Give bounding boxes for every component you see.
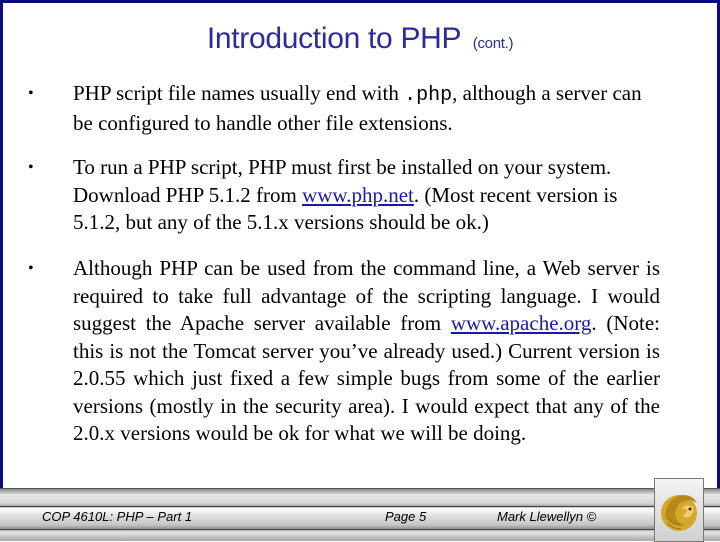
- footer-author: Mark Llewellyn ©: [497, 509, 597, 524]
- bullet-icon: •: [28, 159, 34, 176]
- bullet-icon: •: [28, 260, 34, 277]
- footer-page-number: Page 5: [385, 509, 427, 524]
- title-suffix: (cont.): [472, 35, 514, 52]
- ucf-pegasus-logo-icon: [661, 495, 697, 531]
- bullet-text: Although PHP can be used from the comman…: [73, 255, 660, 448]
- slide-footer: COP 4610L: PHP – Part 1 Page 5 Mark Llew…: [0, 488, 720, 541]
- bullet-icon: •: [28, 85, 34, 102]
- footer-divider: [0, 506, 720, 507]
- slide-title: Introduction to PHP (cont.): [0, 22, 720, 56]
- php-net-link[interactable]: www.php.net: [302, 183, 414, 207]
- bullet-text: PHP script file names usually end with .…: [73, 80, 660, 137]
- footer-divider: [0, 529, 720, 530]
- bullet-text-part: PHP script file names usually end with: [73, 81, 405, 105]
- logo-box: [654, 478, 704, 542]
- title-text: Introduction to PHP: [206, 22, 461, 55]
- apache-org-link[interactable]: www.apache.org: [451, 311, 592, 335]
- code-extension: .php: [404, 84, 453, 107]
- bullet-text: To run a PHP script, PHP must first be i…: [73, 154, 660, 237]
- footer-course: COP 4610L: PHP – Part 1: [42, 509, 193, 524]
